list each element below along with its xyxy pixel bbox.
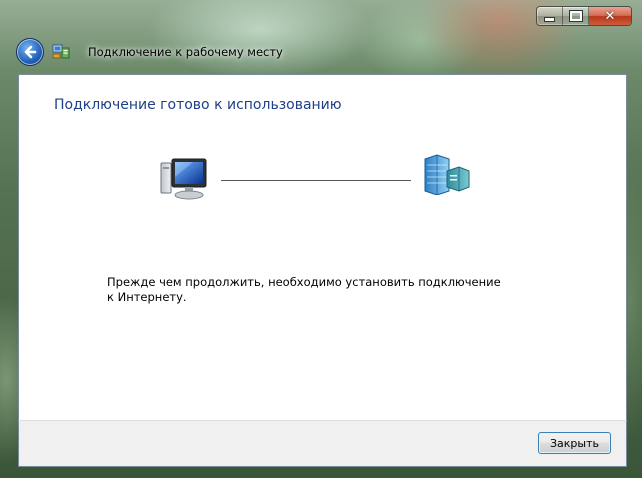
back-button[interactable] [16, 38, 44, 66]
wizard-header: Подключение к рабочему месту [8, 30, 634, 70]
window-title: Подключение к рабочему месту [88, 45, 283, 59]
minimize-button[interactable] [537, 7, 563, 25]
minimize-icon [544, 16, 555, 22]
close-button[interactable]: Закрыть [538, 432, 611, 454]
close-icon: ✕ [604, 8, 616, 24]
workplace-network-icon [424, 154, 470, 195]
network-app-icon [52, 44, 70, 59]
caption-buttons: ✕ [536, 6, 632, 26]
computer-icon [160, 158, 207, 200]
back-arrow-icon [24, 45, 37, 59]
connection-line [221, 180, 411, 181]
internet-required-message: Прежде чем продолжить, необходимо устано… [107, 275, 501, 304]
wizard-footer: Закрыть [18, 420, 627, 467]
wizard-content: Подключение готово к использованию Прежд… [18, 74, 627, 421]
maximize-button[interactable] [563, 7, 589, 25]
maximize-icon [568, 10, 583, 22]
close-window-button[interactable]: ✕ [589, 7, 631, 25]
page-heading: Подключение готово к использованию [54, 97, 342, 113]
